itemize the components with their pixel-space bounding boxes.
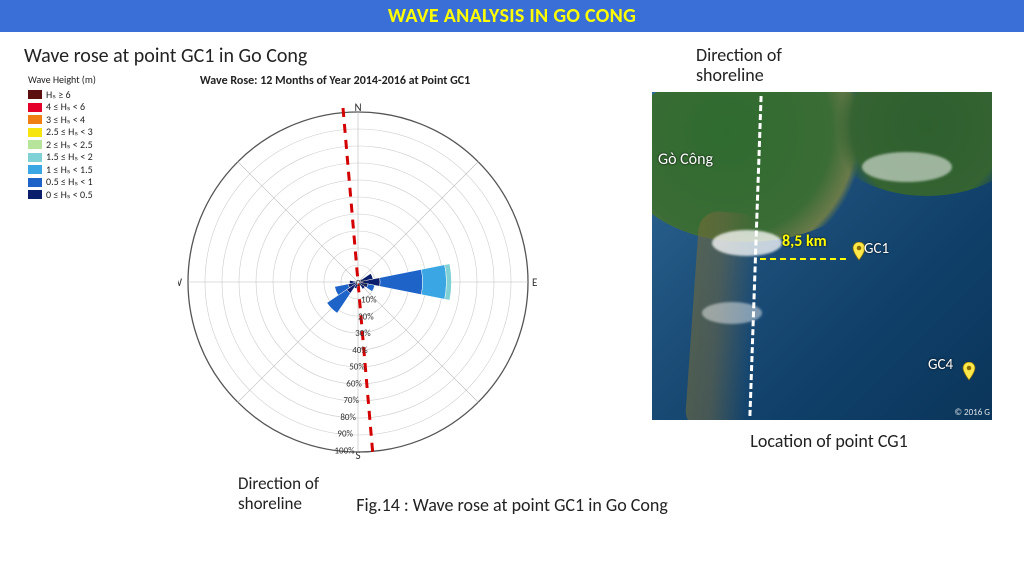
svg-text:70%: 70%: [343, 395, 359, 406]
svg-text:60%: 60%: [346, 378, 362, 389]
legend-row: 0.5 ≤ Hₛ < 1: [28, 176, 96, 189]
legend: Wave Height (m) Hₛ ≥ 64 ≤ Hₛ < 63 ≤ Hₛ <…: [28, 74, 96, 201]
legend-label: 0 ≤ Hₛ < 0.5: [46, 189, 93, 202]
shoreline-label-left: Direction of shoreline: [238, 474, 358, 513]
pin-gc4: [960, 362, 978, 386]
page-title: WAVE ANALYSIS IN GO CONG: [388, 4, 636, 28]
compass-w: W: [178, 276, 182, 289]
legend-title: Wave Height (m): [28, 74, 96, 87]
legend-label: 0.5 ≤ Hₛ < 1: [46, 176, 93, 189]
polar-plot: N E S W 0% 10% 20% 30% 40% 50% 60% 70% 80% 90% 100…: [178, 102, 538, 462]
legend-row: 0 ≤ Hₛ < 0.5: [28, 189, 96, 202]
svg-text:80%: 80%: [340, 412, 356, 423]
legend-label: 4 ≤ Hₛ < 6: [46, 101, 85, 114]
compass-e: E: [532, 276, 537, 289]
location-map: Gò Công 8,5 km GC1 GC4 © 2016 G: [652, 92, 992, 420]
legend-swatch: [28, 153, 42, 162]
legend-label: 1.5 ≤ Hₛ < 2: [46, 151, 93, 164]
legend-swatch: [28, 90, 42, 99]
svg-text:0%: 0%: [356, 278, 368, 289]
wave-rose-chart: Wave Height (m) Hₛ ≥ 64 ≤ Hₛ < 63 ≤ Hₛ <…: [28, 74, 588, 494]
map-place-label: Gò Công: [658, 150, 713, 169]
header-bar: WAVE ANALYSIS IN GO CONG: [0, 0, 1024, 32]
pin-gc4-label: GC4: [928, 356, 953, 374]
map-caption: Location of point CG1: [652, 430, 1006, 452]
svg-text:10%: 10%: [361, 295, 377, 306]
compass-n: N: [354, 102, 361, 114]
legend-label: 2.5 ≤ Hₛ < 3: [46, 126, 93, 139]
legend-swatch: [28, 140, 42, 149]
rose-wedge: [421, 265, 446, 299]
legend-swatch: [28, 128, 42, 137]
rose-wedge: [366, 284, 374, 291]
legend-row: 1.5 ≤ Hₛ < 2: [28, 151, 96, 164]
legend-row: 4 ≤ Hₛ < 6: [28, 101, 96, 114]
svg-text:50%: 50%: [349, 362, 365, 373]
left-caption: Wave rose at point GC1 in Go Cong: [24, 44, 628, 68]
legend-swatch: [28, 165, 42, 174]
svg-text:90%: 90%: [337, 429, 353, 440]
legend-swatch: [28, 190, 42, 199]
pin-gc1-label: GC1: [864, 240, 889, 258]
legend-swatch: [28, 178, 42, 187]
figure-caption: Fig.14 : Wave rose at point GC1 in Go Co…: [0, 494, 1024, 516]
shoreline-label-right: Direction of shoreline: [696, 46, 816, 86]
chart-title: Wave Rose: 12 Months of Year 2014-2016 a…: [200, 74, 470, 88]
svg-text:30%: 30%: [355, 328, 371, 339]
map-copyright: © 2016 G: [954, 407, 990, 418]
rose-wedge: [380, 269, 423, 294]
distance-arrow: [760, 258, 846, 260]
legend-swatch: [28, 115, 42, 124]
svg-text:40%: 40%: [352, 345, 368, 356]
compass-s: S: [355, 449, 360, 462]
svg-text:100%: 100%: [334, 445, 355, 456]
legend-swatch: [28, 103, 42, 112]
distance-label: 8,5 km: [782, 232, 827, 251]
svg-text:20%: 20%: [358, 311, 374, 322]
legend-row: 2.5 ≤ Hₛ < 3: [28, 126, 96, 139]
